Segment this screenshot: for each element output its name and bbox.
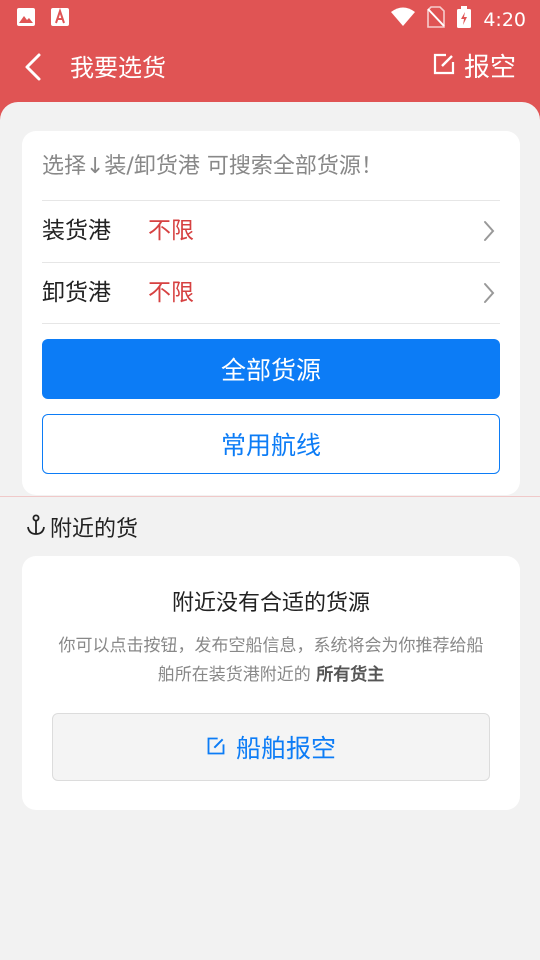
report-empty-label: 报空 [463,53,516,83]
battery-charging-icon [457,6,472,33]
app-a-icon [50,7,70,31]
chevron-right-icon [482,281,496,309]
section-divider [0,496,540,497]
unload-port-value: 不限 [148,280,194,306]
edit-icon [432,50,456,86]
wifi-icon [391,7,416,32]
search-card: 选择↓装/卸货港 可搜索全部货源！ 装货港 不限 卸货港 不限 全部货源 常用航… [22,131,520,495]
nearby-section-title: 附近的货 [26,514,138,546]
empty-title: 附近没有合适的货源 [171,591,370,616]
nearby-title-text: 附近的货 [50,517,139,542]
empty-desc-text: 你可以点击按钮，发布空船信息，系统将会为你推荐给船舶所在装货港附近的 [58,636,484,685]
no-sim-icon [427,6,446,33]
unload-port-row[interactable]: 卸货港 不限 [42,262,500,324]
back-button[interactable] [16,52,50,86]
anchor-icon [26,514,46,546]
status-bar: 4:20 [0,0,540,36]
chevron-right-icon [482,219,496,247]
nearby-empty-card: 附近没有合适的货源 你可以点击按钮，发布空船信息，系统将会为你推荐给船舶所在装货… [22,556,520,810]
divider [42,323,500,324]
search-hint: 选择↓装/卸货港 可搜索全部货源！ [42,154,383,179]
load-port-row[interactable]: 装货港 不限 [42,200,500,262]
all-sources-button[interactable]: 全部货源 [42,339,500,399]
empty-desc-bold: 所有货主 [316,665,385,685]
edit-icon [206,733,226,762]
empty-description: 你可以点击按钮，发布空船信息，系统将会为你推荐给船舶所在装货港附近的 所有货主 [52,632,490,690]
image-icon [16,7,36,31]
common-routes-button[interactable]: 常用航线 [42,414,500,474]
unload-port-label: 卸货港 [42,280,111,306]
load-port-value: 不限 [148,218,194,244]
report-empty-button[interactable]: 报空 [432,50,516,86]
page-title: 我要选货 [70,54,166,82]
load-port-label: 装货港 [42,218,111,244]
ship-report-label: 船舶报空 [235,734,336,763]
ship-report-button[interactable]: 船舶报空 [52,713,490,781]
status-time: 4:20 [483,8,526,31]
app-header: 我要选货 报空 [0,36,540,102]
back-arrow-icon [24,52,42,86]
